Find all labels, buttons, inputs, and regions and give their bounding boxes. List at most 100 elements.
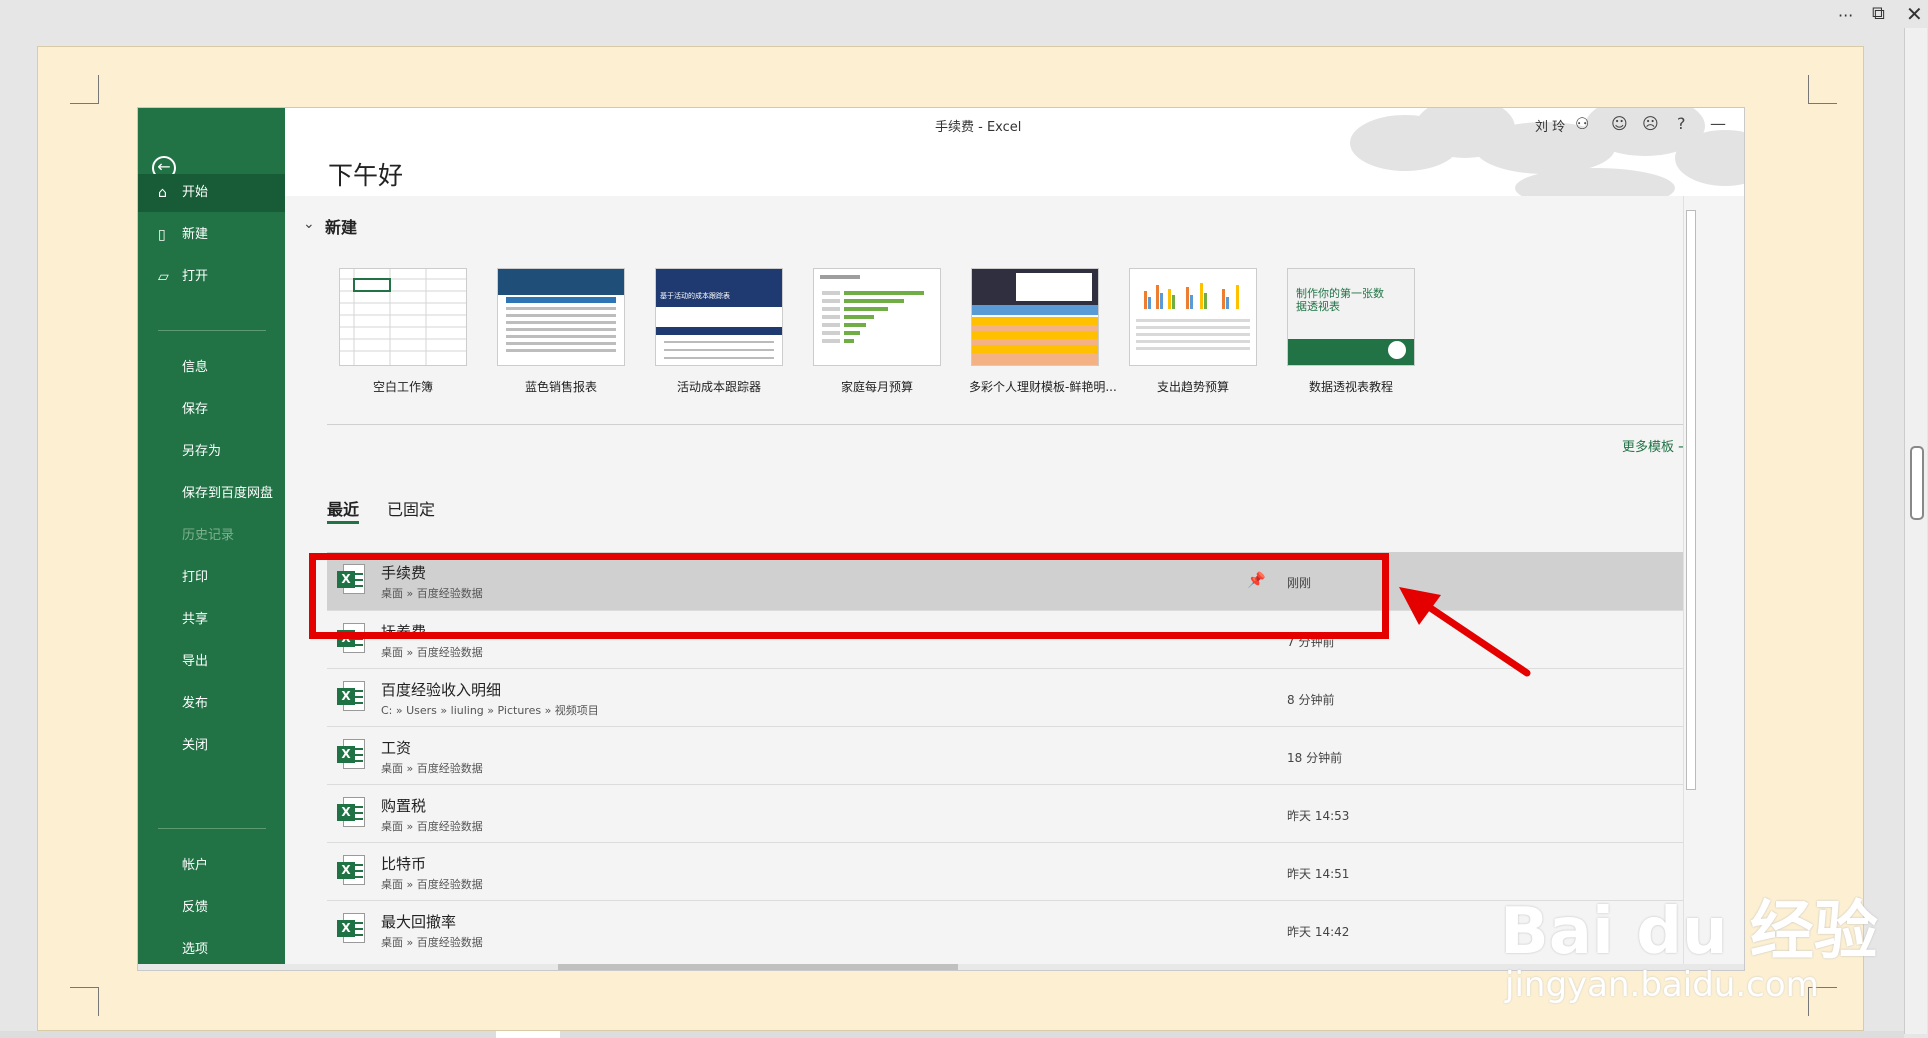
sidebar-item-label: 打印 (182, 570, 209, 585)
file-path: 桌面 » 百度经验数据 (381, 878, 483, 891)
sidebar-item-save-as[interactable]: 另存为 (138, 433, 285, 471)
sidebar-item-home[interactable]: ⌂ 开始 (138, 174, 285, 212)
sidebar-item-label: 共享 (182, 612, 209, 627)
sidebar-item-label: 关闭 (182, 738, 209, 753)
sidebar-item-close[interactable]: 关闭 (138, 727, 285, 765)
file-time: 昨天 14:53 (1287, 809, 1350, 823)
sidebar-item-label: 信息 (182, 360, 209, 375)
backstage-sidebar: ← ⌂ 开始 ▯ 新建 ▱ 打开 信息 保存 另存为 保存到百度网盘 历史记录 … (138, 108, 285, 970)
backstage-header: 手续费 - Excel 刘 玲 ⚇ ☺ ☹ ? — ❐ ✕ 下午好 (285, 108, 1744, 196)
file-time: 昨天 14:42 (1287, 925, 1350, 939)
sidebar-item-print[interactable]: 打印 (138, 559, 285, 597)
template-thumbnail: 制作你的第一张数据透视表 (1287, 268, 1415, 366)
excel-backstage-window: ← ⌂ 开始 ▯ 新建 ▱ 打开 信息 保存 另存为 保存到百度网盘 历史记录 … (138, 108, 1744, 970)
frown-icon[interactable]: ☹ (1642, 114, 1659, 133)
greeting: 下午好 (328, 161, 404, 190)
template-name: 多彩个人理财模板-鲜艳明... (969, 380, 1117, 394)
tab-recent[interactable]: 最近 (327, 496, 359, 520)
smile-icon[interactable]: ☺ (1611, 114, 1628, 133)
sidebar-item-label: 导出 (182, 654, 209, 669)
sidebar-item-new[interactable]: ▯ 新建 (138, 216, 285, 254)
sidebar-item-label: 发布 (182, 696, 209, 711)
excel-file-icon: X (337, 797, 365, 827)
sidebar-item-label: 选项 (182, 942, 209, 957)
list-item[interactable]: X 比特币 桌面 » 百度经验数据 昨天 14:51 (327, 842, 1697, 900)
file-path: 桌面 » 百度经验数据 (381, 762, 483, 775)
template-thumb-title: 制作你的第一张数据透视表 (1296, 287, 1384, 313)
file-name: 最大回撤率 (381, 913, 457, 931)
file-time: 昨天 14:51 (1287, 867, 1350, 881)
sidebar-item-label: 另存为 (182, 444, 222, 459)
restore-icon[interactable]: ⧉ (1872, 3, 1885, 24)
sidebar-item-account[interactable]: 帐户 (138, 847, 285, 885)
template-colorful-personal-finance[interactable]: 多彩个人理财模板-鲜艳明... (969, 268, 1117, 395)
sidebar-item-save-to-baidu[interactable]: 保存到百度网盘 (138, 475, 285, 513)
sidebar-item-save[interactable]: 保存 (138, 391, 285, 429)
list-item[interactable]: X 工资 桌面 » 百度经验数据 18 分钟前 (327, 726, 1697, 784)
template-blue-sales-report[interactable]: 蓝色销售报表 (495, 268, 627, 395)
more-options-icon[interactable]: ··· (1838, 6, 1853, 25)
pivot-table-icon (1386, 339, 1408, 361)
template-family-monthly-budget[interactable]: 家庭每月预算 (811, 268, 943, 395)
excel-file-icon: X (337, 855, 365, 885)
sidebar-item-info[interactable]: 信息 (138, 349, 285, 387)
template-name: 数据透视表教程 (1308, 380, 1393, 394)
sidebar-item-label: 开始 (182, 185, 209, 200)
content-scrollbar[interactable] (1683, 196, 1699, 970)
sidebar-item-share[interactable]: 共享 (138, 601, 285, 639)
template-expense-trend-budget[interactable]: 支出趋势预算 (1127, 268, 1259, 395)
template-name: 空白工作簿 (372, 380, 433, 394)
file-time: 8 分钟前 (1287, 693, 1335, 707)
file-name: 百度经验收入明细 (381, 681, 502, 699)
highlight-box (309, 553, 1389, 639)
template-blank-workbook[interactable]: 空白工作簿 (337, 268, 469, 395)
person-icon[interactable]: ⚇ (1575, 114, 1589, 133)
excel-file-icon: X (337, 913, 365, 943)
file-path: 桌面 » 百度经验数据 (381, 820, 483, 833)
crop-mark (70, 987, 99, 1016)
file-time: 18 分钟前 (1287, 751, 1343, 765)
sidebar-item-open[interactable]: ▱ 打开 (138, 258, 285, 296)
scrollbar-thumb[interactable] (1910, 446, 1924, 520)
help-icon[interactable]: ? (1677, 114, 1686, 133)
sidebar-item-history: 历史记录 (138, 517, 285, 555)
template-thumbnail (497, 268, 625, 366)
sidebar-item-label: 历史记录 (182, 528, 235, 543)
more-templates-link[interactable]: 更多模板 → (1622, 436, 1689, 455)
template-name: 活动成本跟踪器 (676, 380, 761, 394)
list-item[interactable] (327, 542, 1697, 552)
sidebar-divider (158, 828, 266, 829)
close-icon[interactable]: ✕ (1906, 2, 1923, 26)
sidebar-item-feedback[interactable]: 反馈 (138, 889, 285, 927)
tab-pinned[interactable]: 已固定 (387, 496, 435, 520)
template-activity-cost-tracker[interactable]: 基于活动的成本跟踪表 活动成本跟踪器 (653, 268, 785, 395)
sidebar-item-label: 保存到百度网盘 (182, 486, 274, 501)
list-item[interactable]: X 购置税 桌面 » 百度经验数据 昨天 14:53 (327, 784, 1697, 842)
horizontal-scrollbar[interactable] (0, 1031, 1904, 1038)
list-item[interactable]: X 最大回撤率 桌面 » 百度经验数据 昨天 14:42 (327, 900, 1697, 958)
sidebar-item-label: 打开 (182, 269, 209, 284)
template-name: 家庭每月预算 (840, 380, 913, 394)
scrollbar-thumb[interactable] (558, 964, 958, 970)
file-path: 桌面 » 百度经验数据 (381, 646, 483, 659)
template-thumbnail (339, 268, 467, 366)
file-name: 工资 (381, 739, 412, 757)
sidebar-item-publish[interactable]: 发布 (138, 685, 285, 723)
active-tab-indicator (327, 521, 359, 524)
baidu-watermark-url: jingyan.baidu.com (1505, 965, 1819, 1005)
file-path: C: » Users » liuling » Pictures » 视频项目 (381, 704, 599, 717)
minimize-icon[interactable]: — (1710, 114, 1726, 133)
scrollbar-thumb[interactable] (1686, 210, 1696, 790)
new-section-title: 新建 (325, 218, 358, 237)
home-icon: ⌂ (158, 185, 167, 201)
folder-open-icon: ▱ (158, 269, 169, 285)
sidebar-item-label: 反馈 (182, 900, 209, 915)
section-divider (327, 424, 1697, 425)
chevron-down-icon[interactable]: ⌄ (303, 216, 315, 232)
scrollbar-thumb[interactable] (496, 1031, 560, 1038)
page-scrollbar[interactable] (1904, 28, 1927, 1034)
sidebar-item-label: 帐户 (182, 858, 209, 873)
template-pivot-table-tutorial[interactable]: 制作你的第一张数据透视表 数据透视表教程 (1285, 268, 1417, 395)
user-name[interactable]: 刘 玲 (1535, 116, 1565, 135)
sidebar-item-export[interactable]: 导出 (138, 643, 285, 681)
